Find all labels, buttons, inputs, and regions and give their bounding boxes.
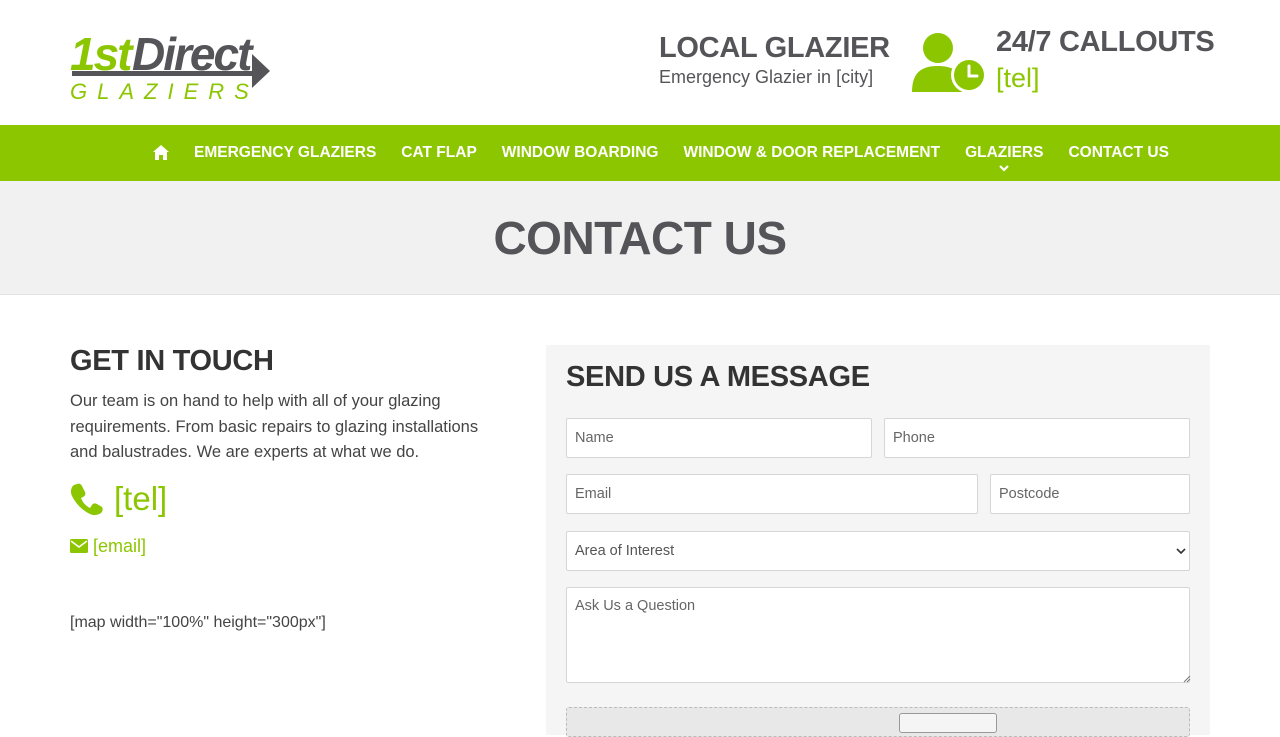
contact-email-text: [email]	[93, 535, 147, 556]
get-in-touch-section: GET IN TOUCH Our team is on hand to help…	[70, 345, 510, 557]
get-in-touch-title: GET IN TOUCH	[70, 345, 274, 377]
nav-item-cat-flap[interactable]: CAT FLAP	[401, 144, 476, 162]
page-title: CONTACT US	[493, 212, 787, 264]
contact-email-link[interactable]: [email]	[70, 536, 510, 557]
contact-phone-link[interactable]: [tel]	[70, 480, 510, 518]
site-logo[interactable]: 1st Direct GLAZIERS	[70, 24, 270, 102]
nav-item-glaziers-label: GLAZIERS	[965, 144, 1044, 161]
local-glazier-subtitle: Emergency Glazier in [city]	[659, 67, 874, 87]
nav-item-window-boarding[interactable]: WINDOW BOARDING	[502, 144, 659, 162]
area-of-interest-select[interactable]: Area of Interest	[566, 531, 1190, 571]
submit-button[interactable]	[899, 713, 997, 733]
email-field[interactable]	[566, 474, 978, 514]
logo-word-glaziers: GLAZIERS	[70, 79, 259, 102]
local-glazier-title: LOCAL GLAZIER	[659, 32, 890, 64]
site-header: 1st Direct GLAZIERS LOCAL GLAZIER Emerge…	[0, 0, 1280, 125]
chevron-down-icon	[1176, 548, 1186, 554]
home-icon[interactable]	[152, 144, 170, 162]
question-field[interactable]	[566, 587, 1190, 683]
contact-form-title: SEND US A MESSAGE	[566, 361, 870, 393]
callouts-block: 24/7 CALLOUTS [tel]	[996, 26, 1215, 94]
callouts-phone-link[interactable]: [tel]	[996, 63, 1214, 94]
phone-icon	[70, 483, 103, 515]
submit-area	[566, 707, 1190, 737]
name-field[interactable]	[566, 418, 872, 458]
contact-form-panel: SEND US A MESSAGE Area of Interest	[546, 345, 1210, 737]
callouts-title: 24/7 CALLOUTS	[996, 26, 1215, 58]
envelope-icon	[70, 539, 88, 553]
resize-grip-icon[interactable]	[1183, 675, 1191, 683]
local-glazier-block: LOCAL GLAZIER Emergency Glazier in [city…	[659, 32, 890, 88]
get-in-touch-body: Our team is on hand to help with all of …	[70, 392, 479, 461]
user-clock-icon	[912, 33, 987, 93]
page-banner: CONTACT US	[0, 181, 1280, 295]
contact-phone-text: [tel]	[114, 479, 168, 517]
main-nav: EMERGENCY GLAZIERS CAT FLAP WINDOW BOARD…	[0, 125, 1280, 181]
nav-item-window-door-replacement[interactable]: WINDOW & DOOR REPLACEMENT	[683, 144, 940, 162]
chevron-down-icon	[999, 165, 1010, 172]
phone-field[interactable]	[884, 418, 1190, 458]
postcode-field[interactable]	[990, 474, 1190, 514]
nav-item-glaziers[interactable]: GLAZIERS	[965, 144, 1044, 172]
nav-item-emergency-glaziers[interactable]: EMERGENCY GLAZIERS	[194, 144, 376, 162]
area-of-interest-selected: Area of Interest	[575, 543, 675, 559]
map-shortcode-text: [map width="100%" height="300px"]	[70, 614, 326, 631]
nav-item-contact-us[interactable]: CONTACT US	[1068, 144, 1168, 162]
